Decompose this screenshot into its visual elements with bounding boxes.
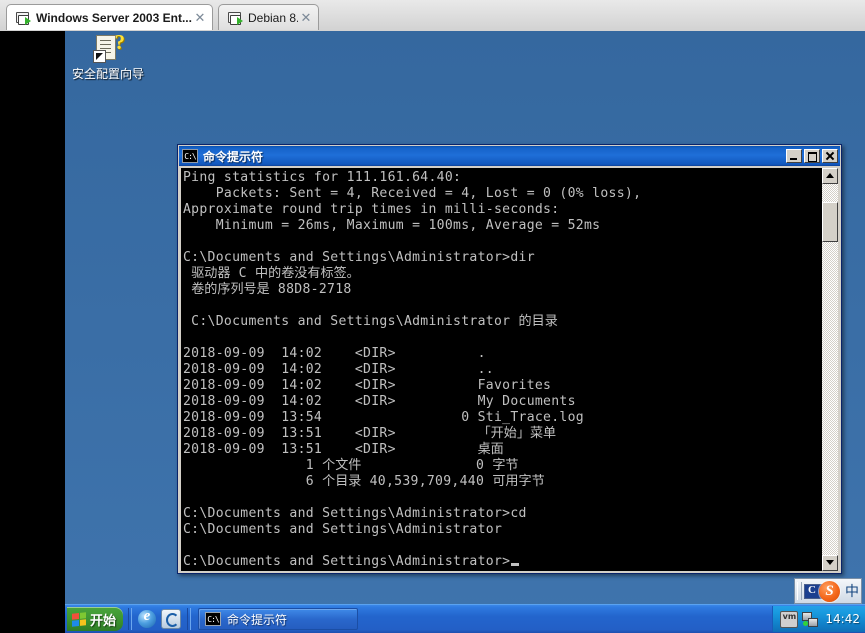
console-line: C:\Documents and Settings\Administrator>… xyxy=(183,506,527,521)
quick-launch-bar xyxy=(135,608,184,629)
close-icon[interactable]: ✕ xyxy=(298,10,314,26)
console-line: 2018-09-09 13:54 0 Sti_Trace.log xyxy=(183,410,584,425)
window-title-bar[interactable]: C:\ 命令提示符 xyxy=(179,146,840,166)
console-line: 卷的序列号是 88D8-2718 xyxy=(191,282,352,297)
start-button[interactable]: 开始 xyxy=(67,607,123,631)
scroll-down-button[interactable] xyxy=(822,555,838,571)
console-output-area[interactable]: Ping statistics for 111.161.64.40: Packe… xyxy=(181,168,823,571)
console-line: 2018-09-09 14:02 <DIR> My Documents xyxy=(183,394,576,409)
taskbar-separator xyxy=(187,608,191,630)
console-line: Minimum = 26ms, Maximum = 100ms, Average… xyxy=(183,218,601,233)
console-line: 2018-09-09 14:02 <DIR> . xyxy=(183,346,486,361)
security-wizard-icon: ? xyxy=(91,32,125,66)
console-line: Packets: Sent = 4, Received = 4, Lost = … xyxy=(183,186,642,201)
console-text: Ping statistics for 111.161.64.40: Packe… xyxy=(183,170,641,570)
scroll-up-button[interactable] xyxy=(822,168,838,184)
vmware-tools-icon[interactable] xyxy=(780,610,799,628)
maximize-button[interactable] xyxy=(804,149,820,163)
start-button-label: 开始 xyxy=(90,613,117,629)
desktop-icon-label: 安全配置向导 xyxy=(71,67,144,81)
console-line: 2018-09-09 14:02 <DIR> Favorites xyxy=(183,378,552,393)
console-line: 2018-09-09 13:51 <DIR> 「开始」菜单 xyxy=(183,426,557,441)
text-cursor xyxy=(511,563,520,566)
browser-tab-label: Windows Server 2003 Ent... xyxy=(36,10,192,25)
drag-handle[interactable] xyxy=(797,582,802,600)
taskbar-separator xyxy=(128,608,132,630)
left-gutter xyxy=(0,31,65,633)
vm-console-icon xyxy=(227,10,243,26)
internet-explorer-icon[interactable] xyxy=(138,608,156,628)
close-icon[interactable]: ✕ xyxy=(192,10,208,26)
console-icon: C:\ xyxy=(182,149,198,163)
window-title: 命令提示符 xyxy=(203,149,264,164)
console-line: C:\Documents and Settings\Administrator>… xyxy=(183,250,535,265)
browser-tab-label: Debian 8.x xyxy=(248,10,298,25)
vm-console-icon xyxy=(15,10,31,26)
console-line: Ping statistics for 111.161.64.40: xyxy=(183,170,462,185)
console-line: 驱动器 C 中的卷没有标签。 xyxy=(191,266,360,281)
ime-mode-label[interactable]: 中 xyxy=(845,581,859,601)
browser-tab-strip: Windows Server 2003 Ent... ✕ Debian 8.x … xyxy=(0,0,865,32)
console-line: C:\Documents and Settings\Administrator> xyxy=(183,554,641,570)
network-connection-icon[interactable] xyxy=(802,611,819,627)
command-prompt-window[interactable]: C:\ 命令提示符 Ping statistics for 111.161.64… xyxy=(177,144,842,574)
clock[interactable]: 14:42 xyxy=(825,612,860,626)
browser-tab-debian[interactable]: Debian 8.x ✕ xyxy=(218,4,319,30)
scrollbar-thumb[interactable] xyxy=(822,202,838,242)
minimize-button[interactable] xyxy=(786,149,802,163)
console-line: 1 个文件 0 字节 xyxy=(183,458,519,473)
console-vertical-scrollbar[interactable] xyxy=(822,168,838,571)
taskbar: 开始 C:\ 命令提示符 14:42 xyxy=(65,604,865,633)
ime-language-bar[interactable]: 中 xyxy=(794,578,862,604)
console-line: Approximate round trip times in milli-se… xyxy=(183,202,560,217)
desktop-icon-security-configuration-wizard[interactable]: ? 安全配置向导 xyxy=(71,32,145,82)
task-button-list: C:\ 命令提示符 xyxy=(194,608,772,630)
sogou-ime-logo-icon[interactable] xyxy=(819,580,840,602)
taskbar-button-label: 命令提示符 xyxy=(227,612,288,627)
console-icon: C:\ xyxy=(205,612,221,626)
system-tray: 14:42 xyxy=(772,606,865,632)
screen: Windows Server 2003 Ent... ✕ Debian 8.x … xyxy=(0,0,865,633)
sync-center-icon[interactable] xyxy=(161,609,181,629)
close-button[interactable] xyxy=(822,149,838,163)
console-line: 2018-09-09 13:51 <DIR> 桌面 xyxy=(183,442,504,457)
console-line: 6 个目录 40,539,709,440 可用字节 xyxy=(183,474,545,489)
console-line: 2018-09-09 14:02 <DIR> .. xyxy=(183,362,494,377)
taskbar-button-command-prompt[interactable]: C:\ 命令提示符 xyxy=(198,608,358,630)
browser-tab-windows-server-2003[interactable]: Windows Server 2003 Ent... ✕ xyxy=(6,4,213,30)
console-line: C:\Documents and Settings\Administrator xyxy=(183,522,503,537)
windows-flag-icon xyxy=(72,611,86,627)
console-line: C:\Documents and Settings\Administrator … xyxy=(183,314,558,329)
